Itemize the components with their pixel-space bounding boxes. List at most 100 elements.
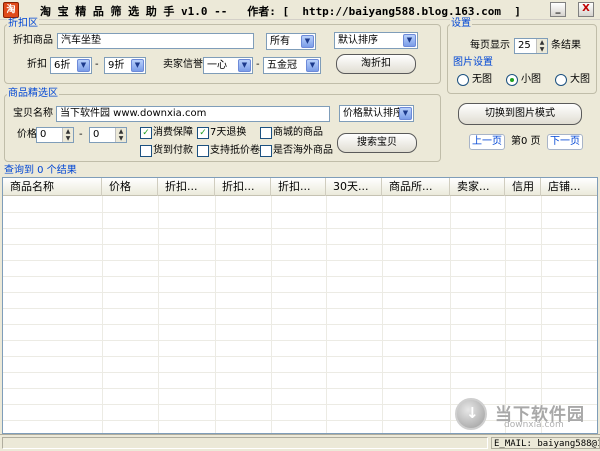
- settings-legend: 设置: [450, 18, 472, 29]
- column-header-discount-3[interactable]: 折扣...: [271, 178, 326, 196]
- checkbox-cash-on-delivery[interactable]: [140, 145, 152, 157]
- checkbox-mall-goods[interactable]: [260, 127, 272, 139]
- credit-from-value: 一心: [207, 60, 227, 71]
- discount-product-label: 折扣商品: [13, 35, 53, 46]
- checkbox-voucher[interactable]: [197, 145, 209, 157]
- checkbox-consumer-protection[interactable]: ✓: [140, 127, 152, 139]
- radio-no-image-label: 无图: [472, 74, 492, 85]
- product-name-input[interactable]: 当下软件园 www.downxia.com: [56, 106, 330, 122]
- discount-sort-value: 默认排序: [338, 35, 378, 46]
- per-page-suffix: 条结果: [551, 40, 581, 51]
- window-title: 淘 宝 精 品 筛 选 助 手 v1.0 -- 作者: [ http://bai…: [40, 5, 521, 18]
- discount-range-label: 折扣: [27, 59, 47, 70]
- checkbox-voucher-label: 支持抵价卷: [210, 145, 260, 156]
- discount-to-value: 9折: [108, 60, 125, 71]
- column-header-product-name[interactable]: 商品名称: [3, 178, 102, 196]
- grid-column-line: [158, 196, 159, 433]
- chevron-down-icon: ▼: [306, 59, 319, 72]
- discount-range-separator: -: [95, 59, 99, 70]
- checkbox-seven-day-return[interactable]: ✓: [197, 127, 209, 139]
- column-header-price[interactable]: 价格: [102, 178, 158, 196]
- price-label: 价格: [17, 129, 37, 140]
- column-header-location[interactable]: 商品所...: [382, 178, 450, 196]
- checkbox-cash-on-delivery-label: 货到付款: [153, 145, 193, 156]
- per-page-stepper[interactable]: 25 ▲ ▼: [514, 38, 548, 54]
- grid-row-line: [3, 388, 597, 389]
- grid-row-line: [3, 324, 597, 325]
- grid-row-line: [3, 308, 597, 309]
- column-header-seller[interactable]: 卖家...: [450, 178, 505, 196]
- grid-row-line: [3, 260, 597, 261]
- watermark-site-url: downxia.com: [504, 420, 564, 430]
- grid-row-line: [3, 276, 597, 277]
- credit-to-value: 五金冠: [267, 60, 297, 71]
- discount-from-value: 6折: [54, 60, 71, 71]
- column-header-credit[interactable]: 信用: [505, 178, 541, 196]
- grid-column-line: [215, 196, 216, 433]
- results-table[interactable]: 商品名称 价格 折扣... 折扣... 折扣... 30天... 商品所... …: [2, 177, 598, 434]
- grid-row-line: [3, 340, 597, 341]
- search-discount-button[interactable]: 淘折扣: [336, 54, 416, 74]
- spin-arrows-icon[interactable]: ▲ ▼: [115, 128, 126, 142]
- grid-column-line: [541, 196, 542, 433]
- column-header-discount-2[interactable]: 折扣...: [215, 178, 271, 196]
- column-header-discount-1[interactable]: 折扣...: [158, 178, 215, 196]
- column-header-30-days[interactable]: 30天...: [326, 178, 382, 196]
- discount-legend: 折扣区: [7, 18, 39, 29]
- grid-row-line: [3, 292, 597, 293]
- radio-large-image-label: 大图: [570, 74, 590, 85]
- discount-product-input[interactable]: 汽车坐垫: [57, 33, 254, 49]
- credit-to-select[interactable]: 五金冠 ▼: [263, 57, 321, 74]
- image-settings-legend: 图片设置: [452, 57, 494, 68]
- product-sort-value: 价格默认排序: [343, 108, 403, 119]
- per-page-label: 每页显示: [470, 40, 510, 51]
- next-page-button[interactable]: 下一页: [547, 134, 583, 150]
- grid-row-line: [3, 212, 597, 213]
- grid-column-line: [271, 196, 272, 433]
- chevron-down-icon: ▼: [301, 35, 314, 48]
- grid-row-line: [3, 228, 597, 229]
- spin-arrows-icon[interactable]: ▲ ▼: [62, 128, 73, 142]
- column-header-shop[interactable]: 店铺...: [541, 178, 597, 196]
- credit-range-separator: -: [256, 59, 260, 70]
- status-message-panel: [2, 437, 488, 449]
- chevron-down-icon: ▼: [403, 34, 416, 47]
- discount-from-select[interactable]: 6折 ▼: [50, 57, 92, 74]
- radio-large-image[interactable]: [555, 74, 567, 86]
- grid-column-line: [326, 196, 327, 433]
- app-icon: 淘: [3, 2, 19, 18]
- spin-arrows-icon[interactable]: ▲ ▼: [536, 39, 547, 53]
- radio-small-image-label: 小图: [521, 74, 541, 85]
- results-summary: 查询到 0 个结果: [4, 165, 77, 176]
- price-range-separator: -: [79, 129, 83, 140]
- seller-credit-label: 卖家信誉: [163, 59, 203, 70]
- checkbox-overseas-goods-label: 是否海外商品: [273, 145, 333, 156]
- credit-from-select[interactable]: 一心 ▼: [203, 57, 253, 74]
- grid-row-line: [3, 372, 597, 373]
- product-sort-select[interactable]: 价格默认排序 ▼: [339, 105, 414, 122]
- chevron-down-icon: ▼: [238, 59, 251, 72]
- discount-to-select[interactable]: 9折 ▼: [104, 57, 146, 74]
- checkbox-consumer-protection-label: 消费保障: [153, 127, 193, 138]
- grid-column-line: [505, 196, 506, 433]
- discount-sort-select[interactable]: 默认排序 ▼: [334, 32, 418, 49]
- close-button[interactable]: X: [578, 2, 594, 17]
- discount-scope-select[interactable]: 所有 ▼: [266, 33, 316, 50]
- image-mode-button[interactable]: 切换到图片模式: [458, 103, 582, 125]
- price-from-stepper[interactable]: 0 ▲ ▼: [36, 127, 74, 143]
- status-email: E_MAIL: baiyang588@163.com: [491, 437, 600, 449]
- page-indicator: 第0 页: [511, 136, 541, 147]
- radio-small-image[interactable]: [506, 74, 518, 86]
- search-products-button[interactable]: 搜索宝贝: [337, 133, 417, 153]
- radio-no-image[interactable]: [457, 74, 469, 86]
- checkbox-mall-goods-label: 商城的商品: [273, 127, 323, 138]
- prev-page-button[interactable]: 上一页: [469, 134, 505, 150]
- checkbox-seven-day-return-label: 7天退换: [210, 127, 247, 138]
- checkbox-overseas-goods[interactable]: [260, 145, 272, 157]
- price-to-stepper[interactable]: 0 ▲ ▼: [89, 127, 127, 143]
- discount-scope-value: 所有: [270, 36, 290, 47]
- table-header: 商品名称 价格 折扣... 折扣... 折扣... 30天... 商品所... …: [3, 178, 597, 196]
- grid-column-line: [382, 196, 383, 433]
- minimize-button[interactable]: _: [550, 2, 566, 17]
- chevron-down-icon: ▼: [399, 107, 412, 120]
